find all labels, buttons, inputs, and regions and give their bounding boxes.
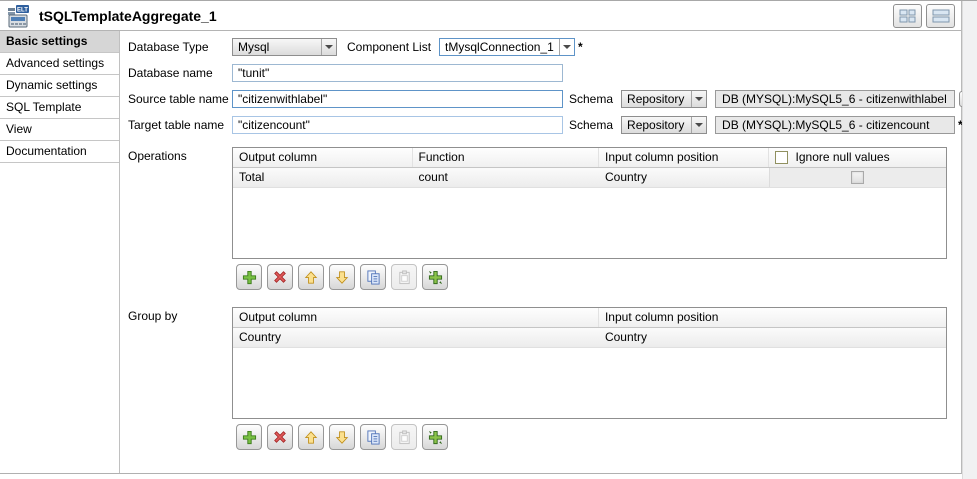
column-header-input-column-position: Input column position <box>599 308 946 327</box>
group-by-table-header: Output column Input column position <box>233 308 946 328</box>
horizontal-layout-button[interactable] <box>893 4 922 28</box>
move-down-button[interactable] <box>329 264 355 290</box>
group-by-toolbar <box>236 424 947 450</box>
group-by-table-row[interactable]: Country Country <box>233 328 946 348</box>
group-by-input-column-cell[interactable]: Country <box>599 328 946 347</box>
paste-button <box>391 424 417 450</box>
delete-x-icon <box>273 270 287 284</box>
sidebar-item-documentation[interactable]: Documentation <box>0 141 119 163</box>
arrow-up-icon <box>304 270 318 285</box>
chevron-down-icon <box>691 91 706 107</box>
chevron-down-icon <box>559 39 574 55</box>
add-row-button[interactable] <box>236 264 262 290</box>
move-up-button[interactable] <box>298 264 324 290</box>
copy-icon <box>366 430 381 445</box>
sidebar-item-sql-template[interactable]: SQL Template <box>0 97 119 119</box>
source-table-name-label: Source table name <box>128 92 232 106</box>
sidebar-item-basic-settings[interactable]: Basic settings <box>0 31 119 53</box>
add-row-button[interactable] <box>236 424 262 450</box>
source-table-name-input[interactable] <box>232 90 563 108</box>
move-down-button[interactable] <box>329 424 355 450</box>
operations-table: Output column Function Input column posi… <box>232 147 947 259</box>
arrow-down-icon <box>335 270 349 285</box>
component-list-label: Component List <box>347 40 431 54</box>
add-all-columns-button[interactable] <box>422 264 448 290</box>
elt-aggregate-component-icon: ELT <box>6 4 32 28</box>
column-header-output-column: Output column <box>233 308 599 327</box>
operations-toolbar <box>236 264 947 290</box>
vertical-layout-button[interactable] <box>926 4 955 28</box>
operations-input-column-cell[interactable]: Country <box>599 168 769 187</box>
source-schema-mode-value: Repository <box>622 92 691 106</box>
target-table-name-label: Target table name <box>128 118 232 132</box>
copy-button[interactable] <box>360 264 386 290</box>
target-schema-label: Schema <box>569 118 613 132</box>
group-by-label: Group by <box>128 307 232 450</box>
arrow-up-icon <box>304 430 318 445</box>
operations-output-column-cell[interactable]: Total <box>233 168 413 187</box>
component-list-value: tMysqlConnection_1 <box>440 40 559 54</box>
settings-sidebar: Basic settings Advanced settings Dynamic… <box>0 31 120 473</box>
source-schema-field: DB (MYSQL):MySQL5_6 - citizenwithlabel <box>715 90 955 108</box>
component-settings-panel: ELT tSQLTemplateAggregate_1 <box>0 1 962 474</box>
columns-layout-icon <box>899 9 917 23</box>
column-header-function: Function <box>413 148 599 167</box>
database-name-input[interactable] <box>232 64 563 82</box>
sidebar-item-advanced-settings[interactable]: Advanced settings <box>0 53 119 75</box>
column-header-output-column: Output column <box>233 148 413 167</box>
move-up-button[interactable] <box>298 424 324 450</box>
vertical-scrollbar[interactable] <box>962 1 977 479</box>
paste-icon <box>397 430 412 445</box>
remove-row-button[interactable] <box>267 264 293 290</box>
target-schema-mode-select[interactable]: Repository <box>621 116 707 134</box>
database-type-label: Database Type <box>128 40 232 54</box>
plus-all-icon <box>428 270 443 285</box>
chevron-down-icon <box>321 39 336 55</box>
delete-x-icon <box>273 430 287 444</box>
plus-all-icon <box>428 430 443 445</box>
svg-text:ELT: ELT <box>17 7 28 13</box>
operations-function-cell[interactable]: count <box>413 168 599 187</box>
group-by-output-column-cell[interactable]: Country <box>233 328 599 347</box>
target-schema-field: DB (MYSQL):MySQL5_6 - citizencount <box>715 116 955 134</box>
required-marker: * <box>578 40 583 54</box>
component-list-select[interactable]: tMysqlConnection_1 <box>439 38 575 56</box>
component-settings-view: ELT tSQLTemplateAggregate_1 <box>0 0 977 479</box>
paste-icon <box>397 270 412 285</box>
target-schema-mode-value: Repository <box>622 118 691 132</box>
titlebar: ELT tSQLTemplateAggregate_1 <box>0 1 961 31</box>
chevron-down-icon <box>691 117 706 133</box>
basic-settings-content: Database Type Mysql Component List tMysq… <box>120 31 977 473</box>
database-name-label: Database name <box>128 66 232 80</box>
plus-icon <box>242 430 257 445</box>
plus-icon <box>242 270 257 285</box>
sidebar-item-dynamic-settings[interactable]: Dynamic settings <box>0 75 119 97</box>
component-title: tSQLTemplateAggregate_1 <box>39 8 889 24</box>
paste-button <box>391 264 417 290</box>
remove-row-button[interactable] <box>267 424 293 450</box>
sidebar-item-view[interactable]: View <box>0 119 119 141</box>
source-schema-mode-select[interactable]: Repository <box>621 90 707 108</box>
group-by-table: Output column Input column position Coun… <box>232 307 947 419</box>
ignore-null-checkbox[interactable] <box>851 171 864 184</box>
rows-layout-icon <box>932 9 950 23</box>
column-header-ignore-null-values: Ignore null values <box>796 148 890 167</box>
target-table-name-input[interactable] <box>232 116 563 134</box>
column-header-input-column-position: Input column position <box>599 148 769 167</box>
source-schema-label: Schema <box>569 92 613 106</box>
ignore-null-select-all-checkbox[interactable] <box>775 151 788 164</box>
operations-table-row[interactable]: Total count Country <box>233 168 946 188</box>
operations-label: Operations <box>128 147 232 290</box>
add-all-columns-button[interactable] <box>422 424 448 450</box>
database-type-value: Mysql <box>233 40 321 54</box>
operations-table-header: Output column Function Input column posi… <box>233 148 946 168</box>
arrow-down-icon <box>335 430 349 445</box>
database-type-select[interactable]: Mysql <box>232 38 337 56</box>
copy-button[interactable] <box>360 424 386 450</box>
copy-icon <box>366 270 381 285</box>
